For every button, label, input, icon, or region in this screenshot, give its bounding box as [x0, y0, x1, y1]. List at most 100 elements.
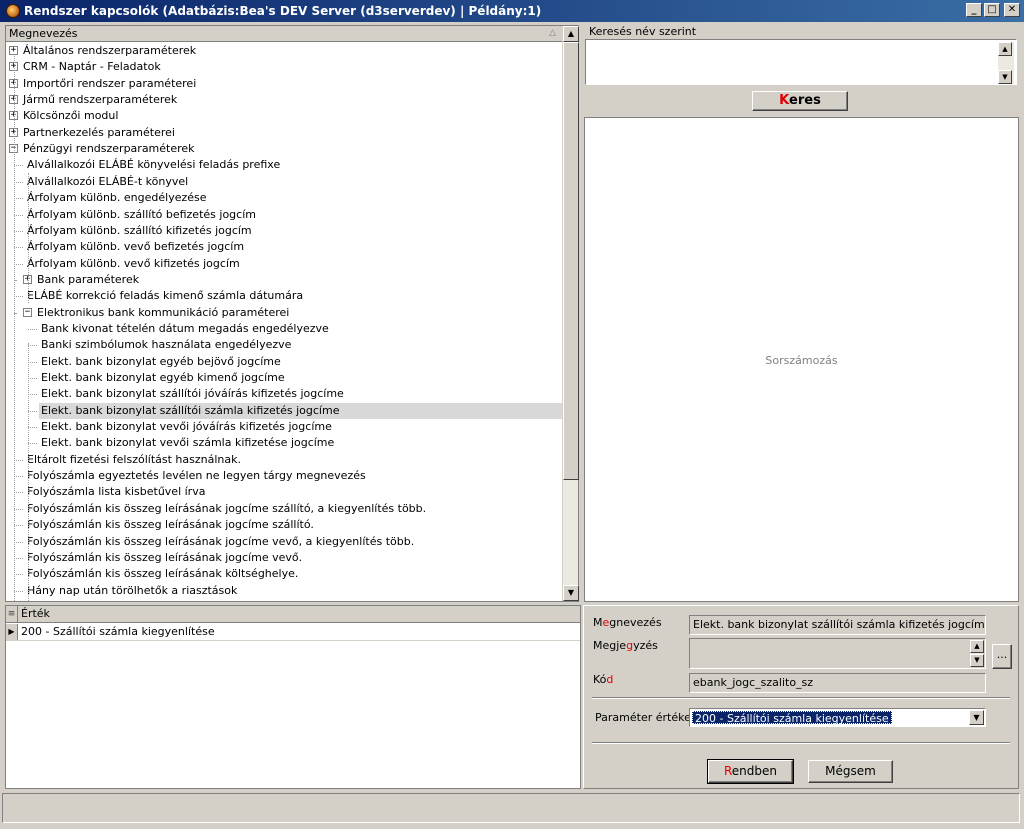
tree-row[interactable]: Elekt. bank bizonylat vevői számla kifiz…: [6, 435, 563, 451]
cancel-button[interactable]: Mégsem: [808, 760, 893, 783]
tree-row-label: Elektronikus bank kommunikáció paraméter…: [37, 306, 290, 319]
code-label-hotkey: d: [606, 673, 614, 686]
ok-button-label: endben: [731, 764, 778, 778]
tree-row[interactable]: Folyószámlán kis összeg leírásának jogcí…: [6, 501, 563, 517]
name-field[interactable]: Elekt. bank bizonylat szállítói számla k…: [689, 615, 986, 635]
tree-row-label: Elekt. bank bizonylat szállítói számla k…: [39, 403, 563, 419]
minimize-button[interactable]: _: [966, 3, 982, 17]
tree-row[interactable]: − Pénzügyi rendszerparaméterek: [6, 141, 563, 157]
tree-row-label: Árfolyam különb. vevő befizetés jogcím: [27, 240, 245, 253]
collapse-icon[interactable]: −: [23, 308, 32, 317]
note-edit-button[interactable]: ...: [992, 644, 1012, 669]
tree-connector: [14, 182, 23, 183]
tree-row[interactable]: Elekt. bank bizonylat egyéb bejövő jogcí…: [6, 354, 563, 370]
tree-row-label: Hány nap után törölhetők a riasztások: [27, 584, 238, 597]
tree-row[interactable]: Folyószámlán kis összeg leírásának jogcí…: [6, 517, 563, 533]
note-scroll-down-icon[interactable]: ▼: [970, 654, 984, 667]
row-indicator-icon: ▶: [6, 624, 18, 640]
close-button[interactable]: ✕: [1004, 3, 1020, 17]
tree-scrollbar[interactable]: ▲ ▼: [562, 26, 579, 601]
tree-row[interactable]: ELÁBÉ korrekció feladás kimenő számla dá…: [6, 288, 563, 304]
value-row[interactable]: ▶ 200 - Szállítói számla kiegyenlítése: [6, 624, 580, 641]
tree-row-label: Árfolyam különb. szállító kifizetés jogc…: [27, 224, 252, 237]
value-grid-header[interactable]: ≡ Érték: [6, 606, 580, 623]
search-input[interactable]: ▲ ▼: [585, 39, 1017, 85]
tree-connector: [14, 542, 23, 543]
tree-row-label: CRM - Naptár - Feladatok: [23, 60, 161, 73]
tree-row[interactable]: Folyószámlán kis összeg leírásának jogcí…: [6, 534, 563, 550]
tree-row[interactable]: + Általános rendszerparaméterek: [6, 43, 563, 59]
tree-row[interactable]: Folyószámlán kis összeg leírásának jogcí…: [6, 550, 563, 566]
tree-row[interactable]: Alvállalkozói ELÁBÉ könyvelési feladás p…: [6, 157, 563, 173]
expand-icon[interactable]: +: [9, 46, 18, 55]
scroll-thumb[interactable]: [563, 42, 579, 480]
tree-guide-line: [14, 56, 15, 601]
note-scroll-up-icon[interactable]: ▲: [970, 640, 984, 653]
app-icon: [6, 4, 20, 18]
tree-row[interactable]: Folyószámlán kis összeg leírásának költs…: [6, 566, 563, 582]
scroll-up-icon[interactable]: ▲: [563, 26, 579, 42]
param-value-select[interactable]: 200 - Szállítói számla kiegyenlítése ▼: [689, 708, 986, 727]
tree-row[interactable]: Eltárolt fizetési felszólítást használna…: [6, 452, 563, 468]
tree-row[interactable]: Elekt. bank bizonylat egyéb kimenő jogcí…: [6, 370, 563, 386]
tree-row[interactable]: Hány nap után törölhetők a riasztások: [6, 583, 563, 599]
tree-row[interactable]: Alvállalkozói ELÁBÉ-t könyvel: [6, 174, 563, 190]
tree-row[interactable]: Árfolyam különb. vevő kifizetés jogcím: [6, 256, 563, 272]
tree-row[interactable]: Folyószámla egyeztetés levélen ne legyen…: [6, 468, 563, 484]
tree-connector: [14, 296, 23, 297]
tree-row-label: Importőri rendszer paraméterei: [23, 77, 197, 90]
tree-row-label: Alvállalkozói ELÁBÉ könyvelési feladás p…: [27, 158, 281, 171]
tree-row[interactable]: + Jármű rendszerparaméterek: [6, 92, 563, 108]
search-button[interactable]: Keres: [752, 91, 848, 111]
ok-button-hotkey: R: [723, 764, 732, 778]
code-field[interactable]: ebank_jogc_szalito_sz: [689, 673, 986, 693]
note-scrollbar[interactable]: ▲ ▼: [970, 640, 984, 667]
tree-connector: [28, 362, 37, 363]
tree-row[interactable]: + Partnerkezelés paraméterei: [6, 125, 563, 141]
note-label-c: yzés: [633, 639, 658, 652]
tree-row[interactable]: Árfolyam különb. vevő befizetés jogcím: [6, 239, 563, 255]
tree-row-label: Kölcsönzői modul: [23, 109, 119, 122]
tree-row-label: Elekt. bank bizonylat vevői jóváírás kif…: [41, 420, 332, 433]
note-field[interactable]: ▲ ▼: [689, 638, 986, 669]
tree-row[interactable]: Árfolyam különb. szállító kifizetés jogc…: [6, 223, 563, 239]
tree-row[interactable]: + Kölcsönzői modul: [6, 108, 563, 124]
scroll-down-icon[interactable]: ▼: [563, 585, 579, 601]
search-scroll-up-icon[interactable]: ▲: [998, 42, 1012, 56]
tree-row[interactable]: Banki szimbólumok használata engedélyezv…: [6, 337, 563, 353]
name-label-a: M: [593, 616, 603, 629]
status-bar: [2, 793, 1020, 823]
tree-connector: [14, 574, 23, 575]
tree-row[interactable]: Árfolyam különb. engedélyezése: [6, 190, 563, 206]
tree-row[interactable]: Bank kivonat tételén dátum megadás enged…: [6, 321, 563, 337]
tree-row[interactable]: + Importőri rendszer paraméterei: [6, 76, 563, 92]
tree-row[interactable]: Elekt. bank bizonylat szállítói jóváírás…: [6, 386, 563, 402]
tree-row[interactable]: Árfolyam különb. szállító befizetés jogc…: [6, 207, 563, 223]
param-label: Paraméter értéke: [595, 711, 691, 724]
maximize-button[interactable]: □: [984, 3, 1000, 17]
tree-connector: [14, 558, 23, 559]
tree-row-label: Elekt. bank bizonylat egyéb kimenő jogcí…: [41, 371, 285, 384]
tree-row[interactable]: Folyószámla lista kisbetűvel írva: [6, 484, 563, 500]
search-scroll-down-icon[interactable]: ▼: [998, 70, 1012, 84]
tree-row[interactable]: + Bank paraméterek: [6, 272, 563, 288]
search-scrollbar[interactable]: ▲ ▼: [998, 42, 1014, 84]
tree-row[interactable]: − Elektronikus bank kommunikáció paraméte…: [6, 305, 563, 321]
note-label: Megjegyzés: [593, 639, 658, 652]
tree-row[interactable]: Elekt. bank bizonylat szállítói számla k…: [6, 403, 563, 419]
tree-connector: [14, 525, 23, 526]
value-cell: 200 - Szállítói számla kiegyenlítése: [21, 625, 215, 638]
tree-column-header[interactable]: Megnevezés △: [6, 26, 563, 42]
tree-row-label: Folyószámla egyeztetés levélen ne legyen…: [27, 469, 366, 482]
tree-row-label: Árfolyam különb. szállító befizetés jogc…: [27, 208, 256, 221]
chevron-down-icon[interactable]: ▼: [969, 710, 984, 725]
tree-row[interactable]: + CRM - Naptár - Feladatok: [6, 59, 563, 75]
tree-row-label: Folyószámlán kis összeg leírásának jogcí…: [27, 535, 415, 548]
tree-connector: [14, 476, 23, 477]
tree-body: + Általános rendszerparaméterek + CRM - Nap…: [6, 43, 563, 601]
ok-button[interactable]: Rendben: [707, 759, 794, 784]
tree-connector: [28, 378, 37, 379]
tree-row-label: Pénzügyi rendszerparaméterek: [23, 142, 195, 155]
tree-row[interactable]: Elekt. bank bizonylat vevői jóváírás kif…: [6, 419, 563, 435]
tree-connector: [28, 427, 37, 428]
